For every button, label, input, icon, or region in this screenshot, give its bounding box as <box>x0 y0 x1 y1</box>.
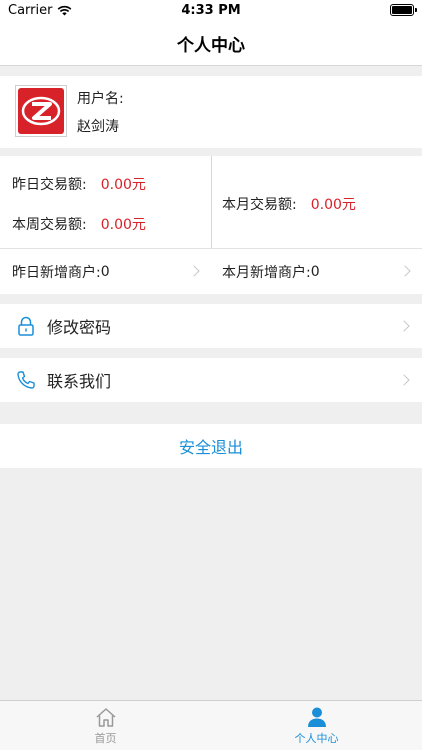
stat-month-value: 0.00元 <box>310 197 356 213</box>
page-title: 个人中心 <box>177 36 245 56</box>
month-new-merchants-value: 0 <box>310 263 320 280</box>
chevron-right-icon <box>398 320 410 332</box>
stat-month-label: 本月交易额: <box>222 197 297 213</box>
contact-us-label: 联系我们 <box>47 372 112 391</box>
yesterday-new-merchants-value: 0 <box>100 263 110 280</box>
change-password-label: 修改密码 <box>47 318 112 337</box>
stat-yesterday-label: 昨日交易额: <box>12 177 87 193</box>
menu-change-password[interactable]: 修改密码 <box>0 304 422 348</box>
status-time: 4:33 PM <box>181 3 241 18</box>
stat-month: 本月交易额: 0.00元 <box>222 194 356 214</box>
stat-week-label: 本周交易额: <box>12 217 87 233</box>
chevron-right-icon <box>398 374 410 386</box>
stat-week-value: 0.00元 <box>100 217 146 233</box>
username-label: 用户名: <box>77 91 124 107</box>
month-new-merchants-row[interactable]: 本月新增商户: 0 <box>211 249 422 294</box>
username-value: 赵剑涛 <box>77 119 119 135</box>
month-new-merchants-label: 本月新增商户: <box>222 264 311 281</box>
profile-card: 用户名: 赵剑涛 <box>0 76 422 148</box>
tab-home[interactable]: 首页 <box>0 701 211 750</box>
navigation-bar: 个人中心 <box>0 22 422 66</box>
tab-profile-label: 个人中心 <box>294 732 339 745</box>
person-icon <box>307 707 326 727</box>
status-bar: Carrier 4:33 PM <box>0 0 422 22</box>
logout-label: 安全退出 <box>178 438 243 457</box>
stat-yesterday-value: 0.00元 <box>100 177 146 193</box>
chevron-right-icon <box>399 265 411 277</box>
brand-logo-icon <box>18 88 64 134</box>
avatar <box>15 85 67 137</box>
stat-yesterday: 昨日交易额: 0.00元 <box>12 174 146 194</box>
tab-bar: 首页 个人中心 <box>0 700 422 750</box>
chevron-right-icon <box>188 265 200 277</box>
battery-icon <box>390 4 417 16</box>
logout-button[interactable]: 安全退出 <box>0 424 422 468</box>
yesterday-new-merchants-row[interactable]: 昨日新增商户: 0 <box>0 249 211 294</box>
yesterday-new-merchants-label: 昨日新增商户: <box>12 264 101 281</box>
menu-contact-us[interactable]: 联系我们 <box>0 358 422 402</box>
tab-profile[interactable]: 个人中心 <box>211 701 422 750</box>
phone-icon <box>17 371 35 389</box>
stats-panel: 昨日交易额: 0.00元 本周交易额: 0.00元 本月交易额: 0.00元 昨… <box>0 156 422 294</box>
lock-icon <box>18 316 34 336</box>
stat-week: 本周交易额: 0.00元 <box>12 214 146 234</box>
home-icon <box>96 708 115 727</box>
tab-home-label: 首页 <box>94 732 117 745</box>
stats-vertical-divider <box>211 156 212 248</box>
